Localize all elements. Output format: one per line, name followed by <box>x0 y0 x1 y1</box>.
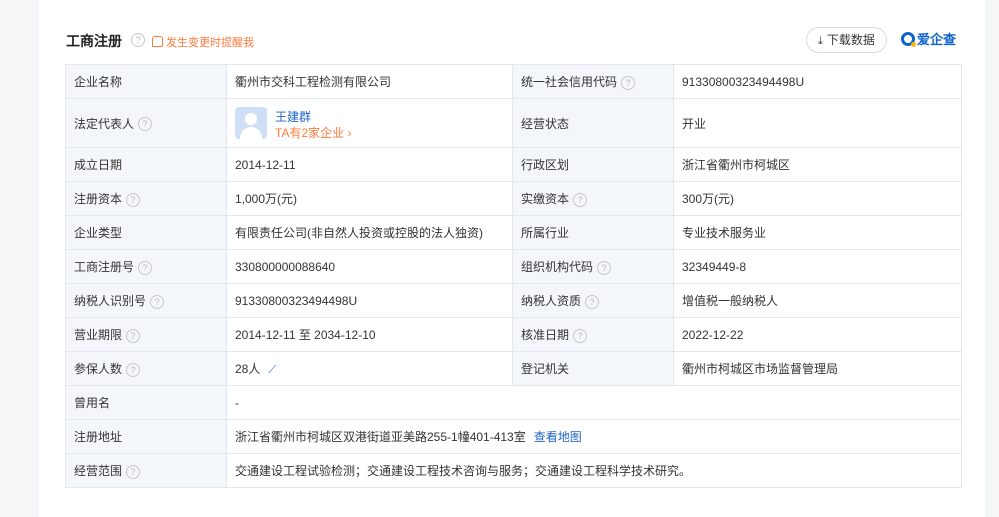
help-icon[interactable]: ? <box>150 294 165 309</box>
value-taxpayer-qualification: 增值税一般纳税人 <box>673 283 962 318</box>
help-icon[interactable]: ? <box>585 294 600 309</box>
value-operating-status: 开业 <box>673 98 962 148</box>
label-business-scope: 经营范围? <box>65 453 227 488</box>
help-icon[interactable]: ? <box>138 260 153 275</box>
section-title: 工商注册 <box>66 33 122 49</box>
table-row: 经营范围? 交通建设工程试验检测；交通建设工程技术咨询与服务；交通建设工程科学技… <box>65 453 962 488</box>
help-icon[interactable]: ? <box>597 260 612 275</box>
brand-name: 爱企查 <box>917 32 957 47</box>
avatar[interactable] <box>235 107 267 139</box>
label-credit-code: 统一社会信用代码? <box>512 64 674 99</box>
value-former-name: - <box>226 385 962 420</box>
value-org-code: 32349449-8 <box>673 249 962 284</box>
value-industry: 专业技术服务业 <box>673 215 962 250</box>
value-registered-capital: 1,000万(元) <box>226 181 513 216</box>
business-registration-panel: 工商注册 ? 发生变更时提醒我 ⤓ 下载数据 爱企查 企业名称 衢州市交科工程检测… <box>39 0 985 517</box>
label-registered-address: 注册地址 <box>65 419 227 454</box>
trend-chart-icon[interactable]: ⟋ <box>268 364 276 376</box>
label-business-term: 营业期限? <box>65 317 227 352</box>
change-alert-label: 发生变更时提醒我 <box>166 37 254 49</box>
value-business-term: 2014-12-11 至 2034-12-10 <box>226 317 513 352</box>
value-registered-address: 浙江省衢州市柯城区双港街道亚美路255-1幢401-413室 查看地图 <box>226 419 962 454</box>
label-legal-rep: 法定代表人? <box>65 98 227 148</box>
legal-rep-name-link[interactable]: 王建群 <box>275 108 311 125</box>
label-registration-number: 工商注册号? <box>65 249 227 284</box>
label-paid-capital: 实缴资本? <box>512 181 674 216</box>
help-icon[interactable]: ? <box>126 362 141 377</box>
label-former-name: 曾用名 <box>65 385 227 420</box>
table-row: 纳税人识别号? 91330800323494498U 纳税人资质? 增值税一般纳… <box>65 283 962 318</box>
value-business-scope: 交通建设工程试验检测；交通建设工程技术咨询与服务；交通建设工程科学技术研究。 <box>226 453 962 488</box>
label-approval-date: 核准日期? <box>512 317 674 352</box>
table-row: 注册资本? 1,000万(元) 实缴资本? 300万(元) <box>65 181 962 216</box>
brand-logo-icon <box>901 32 916 47</box>
legal-rep-companies-link[interactable]: TA有2家企业 › <box>275 124 351 141</box>
label-operating-status: 经营状态 <box>512 98 674 148</box>
value-registration-authority: 衢州市柯城区市场监督管理局 <box>673 351 962 386</box>
table-row: 工商注册号? 330800000088640 组织机构代码? 32349449-… <box>65 249 962 284</box>
label-registration-authority: 登记机关 <box>512 351 674 386</box>
value-credit-code: 91330800323494498U <box>673 64 962 99</box>
bell-icon <box>152 36 163 47</box>
table-row: 注册地址 浙江省衢州市柯城区双港街道亚美路255-1幢401-413室 查看地图 <box>65 419 962 454</box>
help-icon[interactable]: ? <box>126 192 141 207</box>
help-icon[interactable]: ? <box>126 464 141 479</box>
label-admin-region: 行政区划 <box>512 147 674 182</box>
value-founded-date: 2014-12-11 <box>226 147 513 182</box>
help-icon[interactable]: ? <box>573 328 588 343</box>
label-company-type: 企业类型 <box>65 215 227 250</box>
label-company-name: 企业名称 <box>65 64 227 99</box>
help-icon[interactable]: ? <box>621 75 636 90</box>
table-row: 企业类型 有限责任公司(非自然人投资或控股的法人独资) 所属行业 专业技术服务业 <box>65 215 962 250</box>
help-icon[interactable]: ? <box>131 33 145 47</box>
label-org-code: 组织机构代码? <box>512 249 674 284</box>
table-row: 曾用名 - <box>65 385 962 420</box>
registration-info-table: 企业名称 衢州市交科工程检测有限公司 统一社会信用代码? 91330800323… <box>65 64 962 488</box>
help-icon[interactable]: ? <box>138 117 153 132</box>
value-admin-region: 浙江省衢州市柯城区 <box>673 147 962 182</box>
change-alert-link[interactable]: 发生变更时提醒我 <box>152 34 254 50</box>
label-founded-date: 成立日期 <box>65 147 227 182</box>
table-row: 参保人数? 28人 ⟋ 登记机关 衢州市柯城区市场监督管理局 <box>65 351 962 386</box>
value-company-name: 衢州市交科工程检测有限公司 <box>226 64 513 99</box>
help-icon[interactable]: ? <box>573 192 588 207</box>
value-company-type: 有限责任公司(非自然人投资或控股的法人独资) <box>226 215 513 250</box>
label-taxpayer-qualification: 纳税人资质? <box>512 283 674 318</box>
value-paid-capital: 300万(元) <box>673 181 962 216</box>
label-industry: 所属行业 <box>512 215 674 250</box>
section-header: 工商注册 ? 发生变更时提醒我 ⤓ 下载数据 爱企查 <box>66 27 965 55</box>
table-row: 法定代表人? 王建群 TA有2家企业 › 经营状态 开业 <box>65 98 962 148</box>
table-row: 营业期限? 2014-12-11 至 2034-12-10 核准日期? 2022… <box>65 317 962 352</box>
brand-logo[interactable]: 爱企查 <box>901 29 956 48</box>
table-row: 企业名称 衢州市交科工程检测有限公司 统一社会信用代码? 91330800323… <box>65 64 962 99</box>
value-approval-date: 2022-12-22 <box>673 317 962 352</box>
label-insured-count: 参保人数? <box>65 351 227 386</box>
value-insured-count: 28人 ⟋ <box>226 351 513 386</box>
value-taxpayer-id: 91330800323494498U <box>226 283 513 318</box>
value-registration-number: 330800000088640 <box>226 249 513 284</box>
value-legal-rep: 王建群 TA有2家企业 › <box>226 98 513 148</box>
download-icon: ⤓ <box>818 35 823 47</box>
table-row: 成立日期 2014-12-11 行政区划 浙江省衢州市柯城区 <box>65 147 962 182</box>
label-taxpayer-id: 纳税人识别号? <box>65 283 227 318</box>
download-data-button[interactable]: ⤓ 下载数据 <box>806 27 887 53</box>
view-map-link[interactable]: 查看地图 <box>534 430 582 444</box>
label-registered-capital: 注册资本? <box>65 181 227 216</box>
help-icon[interactable]: ? <box>126 328 141 343</box>
download-label: 下载数据 <box>826 33 875 47</box>
